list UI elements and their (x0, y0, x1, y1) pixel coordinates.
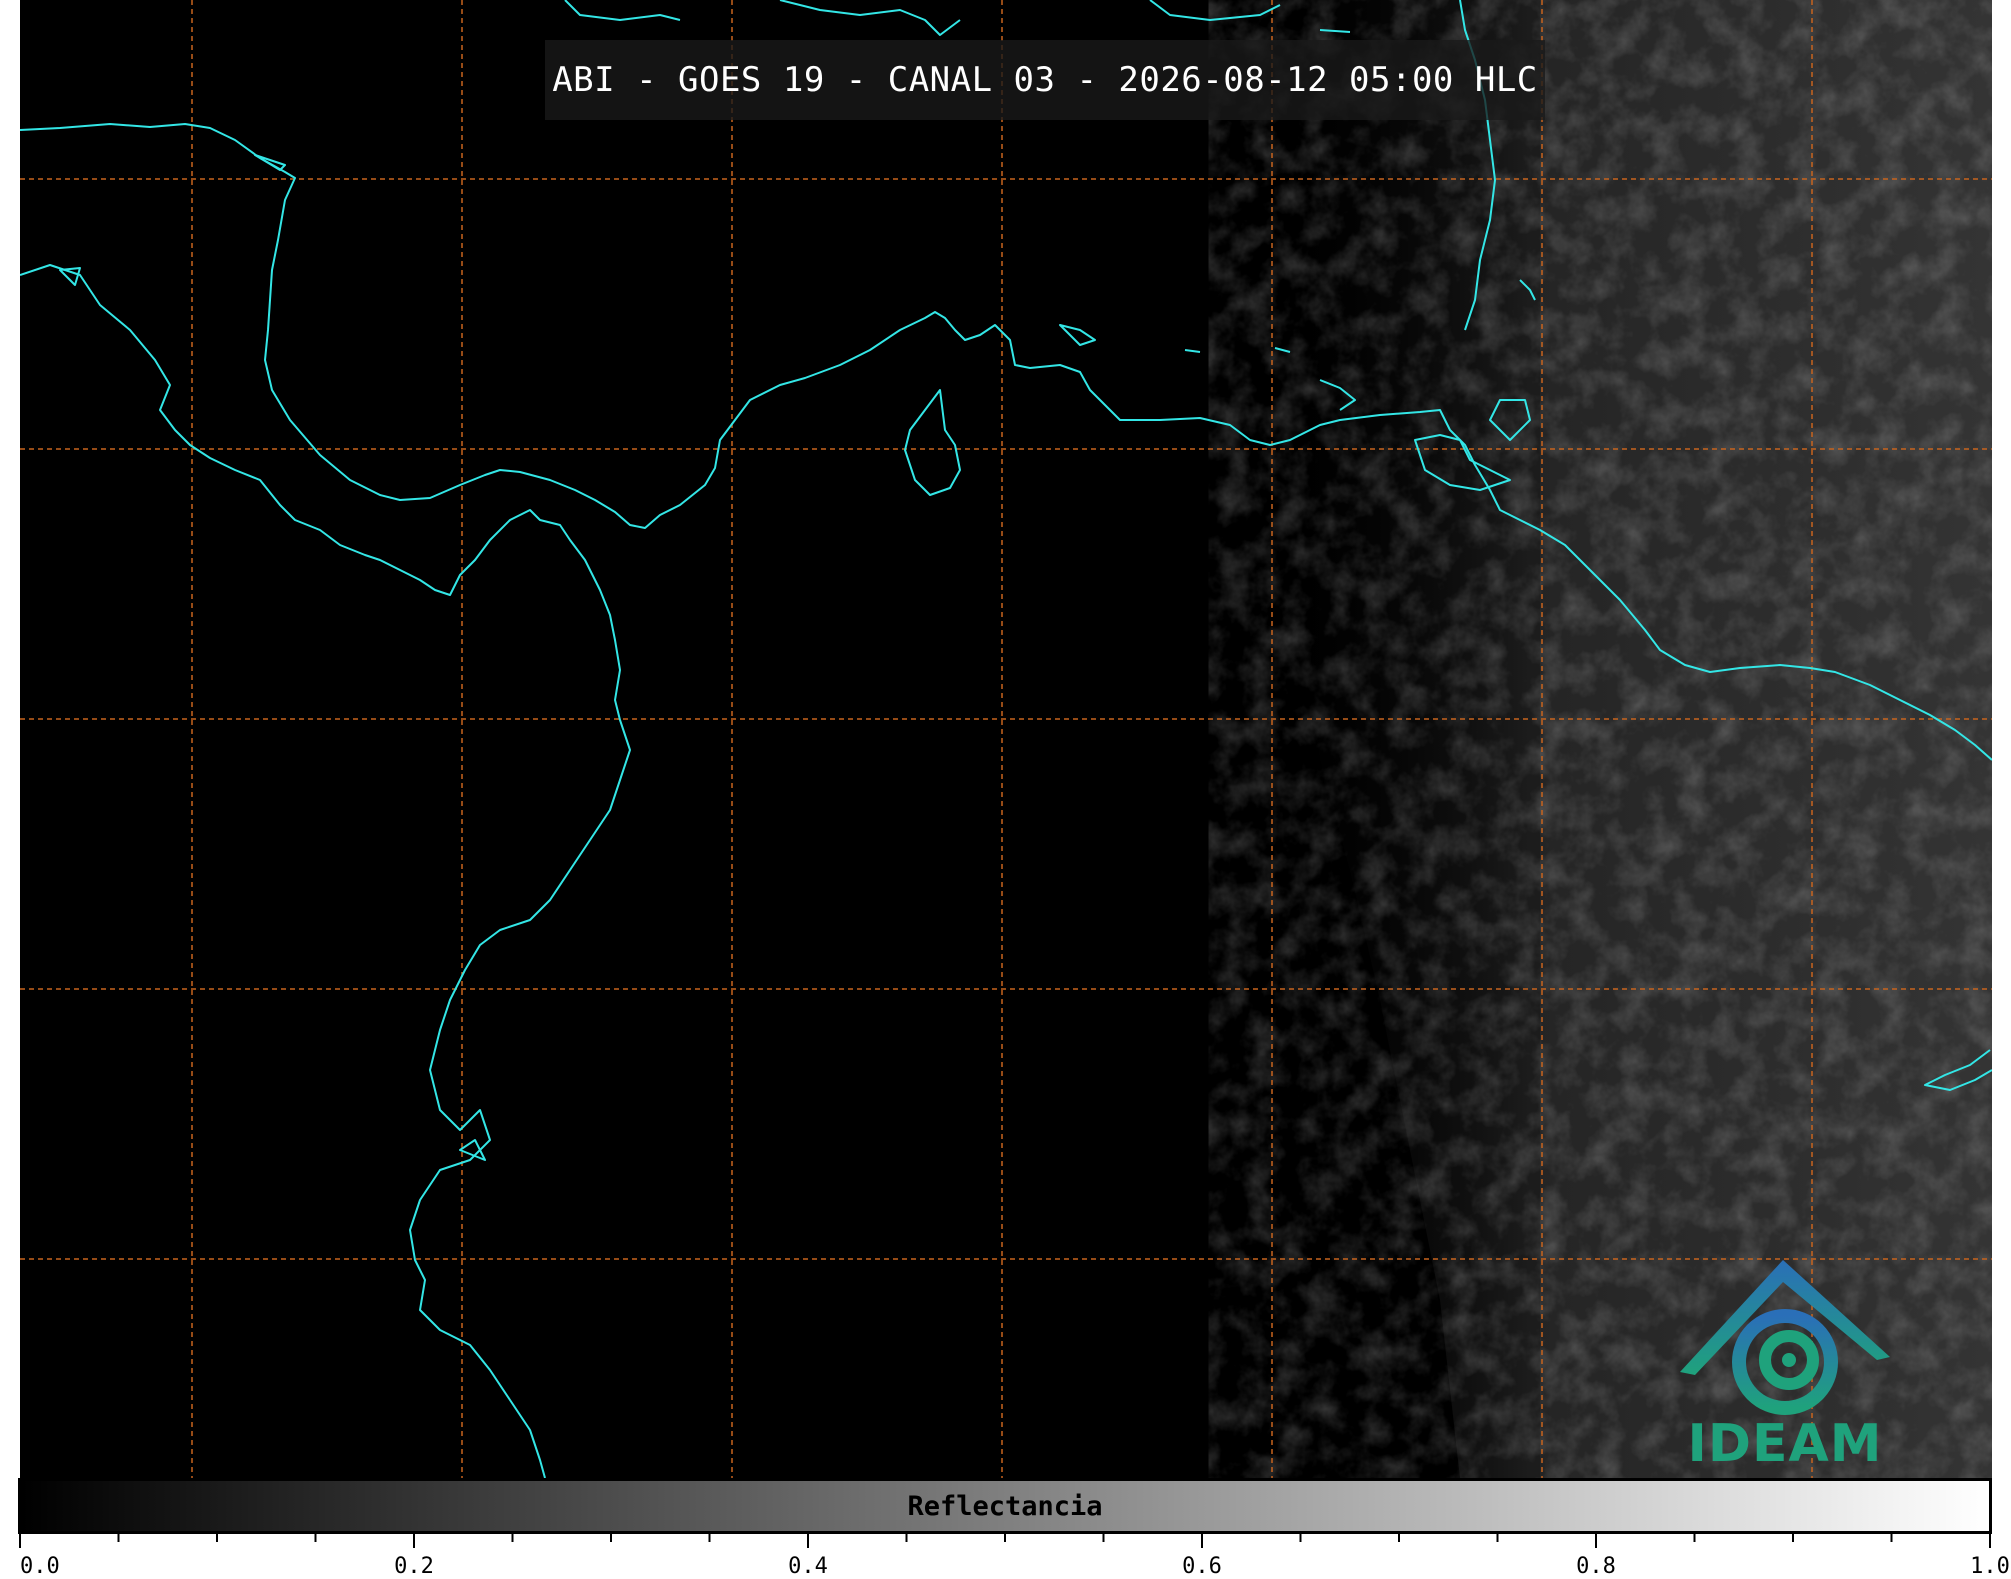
map-title: ABI - GOES 19 - CANAL 03 - 2026-08-12 05… (552, 60, 1538, 100)
tick-label: 0.6 (1182, 1554, 1222, 1579)
ideam-emblem-icon (1680, 1260, 1890, 1415)
ideam-logo: IDEAM (1665, 1252, 1905, 1474)
colorbar: Reflectancia (18, 1478, 1992, 1534)
title-box: ABI - GOES 19 - CANAL 03 - 2026-08-12 05… (545, 40, 1545, 120)
tick-label: 0.0 (20, 1554, 60, 1579)
tick-label: 1.0 (1970, 1554, 2010, 1579)
tick-label: 0.8 (1576, 1554, 1616, 1579)
colorbar-ticks: 0.0 0.2 0.4 0.6 0.8 1.0 (0, 1534, 2011, 1579)
tick-marks (19, 1534, 1991, 1548)
tick-label: 0.2 (394, 1554, 434, 1579)
satellite-map: ABI - GOES 19 - CANAL 03 - 2026-08-12 05… (20, 0, 1992, 1478)
logo-text: IDEAM (1687, 1414, 1883, 1474)
tick-label: 0.4 (788, 1554, 828, 1579)
colorbar-label: Reflectancia (907, 1490, 1103, 1522)
